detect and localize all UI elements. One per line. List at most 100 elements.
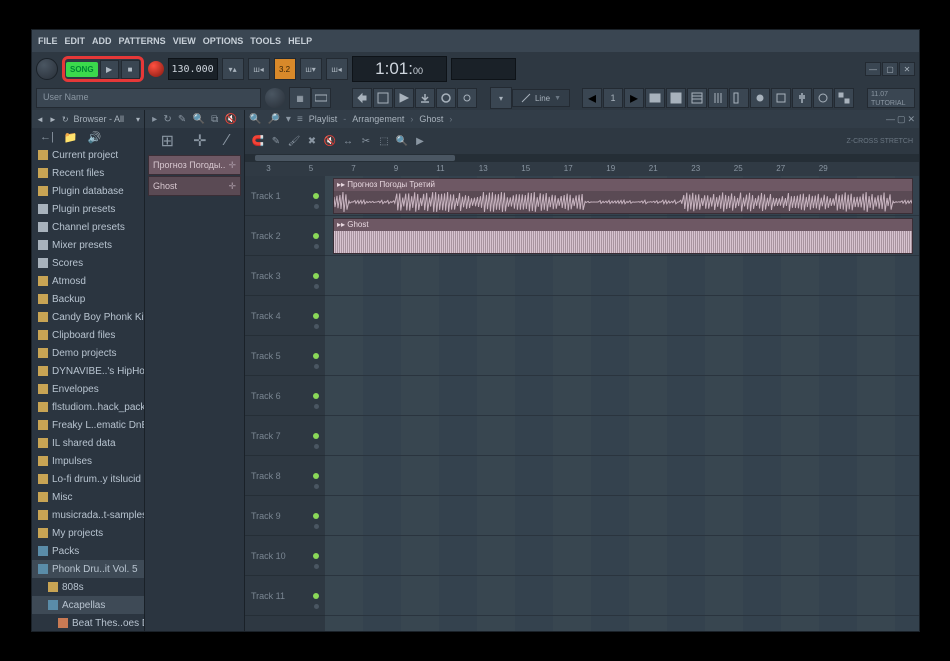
browser-item[interactable]: Current project bbox=[32, 146, 144, 164]
track-header[interactable]: Track 10 bbox=[245, 536, 325, 576]
playlist-minimize-icon[interactable]: — bbox=[886, 114, 895, 125]
browser-item[interactable]: Atmosd bbox=[32, 272, 144, 290]
menu-add[interactable]: ADD bbox=[92, 36, 112, 46]
track-lane[interactable] bbox=[325, 536, 919, 576]
track-led-icon[interactable] bbox=[313, 233, 319, 239]
pattern-number[interactable]: 1 bbox=[603, 88, 623, 108]
export-button[interactable] bbox=[415, 88, 435, 108]
browser-item[interactable]: Mixer presets bbox=[32, 236, 144, 254]
browser-item[interactable]: Plugin presets bbox=[32, 200, 144, 218]
play-button[interactable]: ▶ bbox=[100, 60, 119, 79]
tool-pencil-icon[interactable]: ✎ bbox=[269, 134, 283, 148]
browser-item[interactable]: flstudiom..hack_pack bbox=[32, 398, 144, 416]
picker-clone-icon[interactable]: ⧉ bbox=[211, 114, 218, 125]
pattern-selector-next[interactable]: ▸ bbox=[624, 88, 644, 108]
zcross-stretch-label[interactable]: Z-CROSS STRETCH bbox=[847, 138, 914, 145]
browser-item[interactable]: 808s bbox=[32, 578, 144, 596]
browser-item[interactable]: My projects bbox=[32, 524, 144, 542]
track-mute-icon[interactable] bbox=[314, 524, 319, 529]
search-icon[interactable]: 🔍 bbox=[249, 114, 261, 125]
tool-mute-icon[interactable]: 🔇 bbox=[323, 134, 337, 148]
metronome-button[interactable]: ▾▴ bbox=[222, 58, 244, 80]
browser-back-icon[interactable]: ◄ bbox=[36, 115, 44, 124]
grid-mode-icon[interactable]: ⊞ bbox=[161, 131, 174, 151]
snap-selector[interactable]: ▦ bbox=[289, 87, 311, 109]
browser-item[interactable]: Plugin database bbox=[32, 182, 144, 200]
track-lane[interactable]: ▸▸ Ghost bbox=[325, 216, 919, 256]
browser-item[interactable]: Lo-fi drum..y itslucid bbox=[32, 470, 144, 488]
line-tool-select[interactable]: Line ▼ bbox=[512, 89, 570, 107]
track-lane[interactable] bbox=[325, 296, 919, 336]
browser-item[interactable]: Candy Boy Phonk Kit bbox=[32, 308, 144, 326]
time-display[interactable]: 1:01:00 bbox=[352, 56, 447, 82]
track-mute-icon[interactable] bbox=[314, 324, 319, 329]
view-browser-button[interactable] bbox=[729, 88, 749, 108]
maximize-button[interactable]: ▢ bbox=[882, 62, 898, 76]
track-mute-icon[interactable] bbox=[314, 444, 319, 449]
track-header[interactable]: Track 5 bbox=[245, 336, 325, 376]
track-led-icon[interactable] bbox=[313, 433, 319, 439]
tool-brush-icon[interactable]: 🖌 bbox=[287, 134, 301, 148]
browser-item[interactable]: Demo projects bbox=[32, 344, 144, 362]
audio-clip[interactable]: ▸▸ Ghost bbox=[333, 218, 913, 254]
tool-delete-icon[interactable]: ✖ bbox=[305, 134, 319, 148]
breadcrumb-arrangement[interactable]: Arrangement bbox=[352, 114, 404, 124]
track-lane[interactable] bbox=[325, 416, 919, 456]
browser-item[interactable]: IL shared data bbox=[32, 434, 144, 452]
browser-forward-icon[interactable]: ► bbox=[49, 115, 57, 124]
track-header[interactable]: Track 8 bbox=[245, 456, 325, 496]
browser-item[interactable]: Impulses bbox=[32, 452, 144, 470]
menu-icon[interactable]: ≡ bbox=[297, 114, 303, 125]
main-volume-knob[interactable] bbox=[36, 58, 58, 80]
track-header[interactable]: Track 6 bbox=[245, 376, 325, 416]
menu-help[interactable]: HELP bbox=[288, 36, 312, 46]
picker-search-icon[interactable]: 🔍 bbox=[192, 114, 204, 125]
track-lane[interactable] bbox=[325, 376, 919, 416]
track-lane[interactable] bbox=[325, 576, 919, 616]
tool-magnet-icon[interactable]: 🧲 bbox=[251, 134, 265, 148]
close-button[interactable]: ✕ bbox=[899, 62, 915, 76]
pattern-item[interactable]: Ghost✛ bbox=[148, 176, 241, 196]
menu-options[interactable]: OPTIONS bbox=[203, 36, 244, 46]
picker-tools-icon[interactable]: ✎ bbox=[178, 114, 186, 125]
tempo-tap-button[interactable] bbox=[750, 88, 770, 108]
countdown-button[interactable]: 3.2 bbox=[274, 58, 296, 80]
track-led-icon[interactable] bbox=[313, 273, 319, 279]
track-mute-icon[interactable] bbox=[314, 484, 319, 489]
menu-tools[interactable]: TOOLS bbox=[250, 36, 281, 46]
render-button[interactable] bbox=[394, 88, 414, 108]
browser-item[interactable]: Acapellas bbox=[32, 596, 144, 614]
browser-reload-icon[interactable]: ↻ bbox=[62, 115, 69, 124]
project-info-button[interactable] bbox=[813, 88, 833, 108]
record-button[interactable] bbox=[148, 61, 164, 77]
browser-item[interactable]: Freaky L..ematic DnB bbox=[32, 416, 144, 434]
tempo-display[interactable]: 130.000 bbox=[168, 58, 218, 80]
stop-button[interactable]: ■ bbox=[121, 60, 140, 79]
track-led-icon[interactable] bbox=[313, 393, 319, 399]
typing-kbd-button[interactable] bbox=[311, 88, 331, 108]
picker-mute-icon[interactable]: 🔇 bbox=[224, 114, 236, 125]
track-header[interactable]: Track 12 bbox=[245, 616, 325, 631]
browser-item[interactable]: Phonk Dru..it Vol. 5 bbox=[32, 560, 144, 578]
track-mute-icon[interactable] bbox=[314, 564, 319, 569]
track-mute-icon[interactable] bbox=[314, 404, 319, 409]
collapse-icon[interactable]: ←| bbox=[40, 131, 54, 143]
track-header[interactable]: Track 4 bbox=[245, 296, 325, 336]
track-led-icon[interactable] bbox=[313, 193, 319, 199]
browser-item[interactable]: Backup bbox=[32, 290, 144, 308]
track-led-icon[interactable] bbox=[313, 593, 319, 599]
track-lane[interactable] bbox=[325, 456, 919, 496]
blend-notes-button[interactable]: ш▾ bbox=[300, 58, 322, 80]
browser-list[interactable]: Current projectRecent filesPlugin databa… bbox=[32, 146, 144, 631]
zoom-icon[interactable]: 🔎 bbox=[267, 114, 279, 125]
browser-menu-icon[interactable]: ▾ bbox=[136, 115, 140, 124]
tool-slice-icon[interactable]: ✂ bbox=[359, 134, 373, 148]
track-led-icon[interactable] bbox=[313, 513, 319, 519]
plus-mode-icon[interactable]: ✛ bbox=[193, 131, 206, 151]
track-lane[interactable] bbox=[325, 496, 919, 536]
view-piano-roll-button[interactable] bbox=[666, 88, 686, 108]
track-led-icon[interactable] bbox=[313, 313, 319, 319]
brush-mode-icon[interactable]: ⁄ bbox=[226, 132, 229, 150]
one-click-record[interactable] bbox=[436, 88, 456, 108]
menu-file[interactable]: FILE bbox=[38, 36, 58, 46]
